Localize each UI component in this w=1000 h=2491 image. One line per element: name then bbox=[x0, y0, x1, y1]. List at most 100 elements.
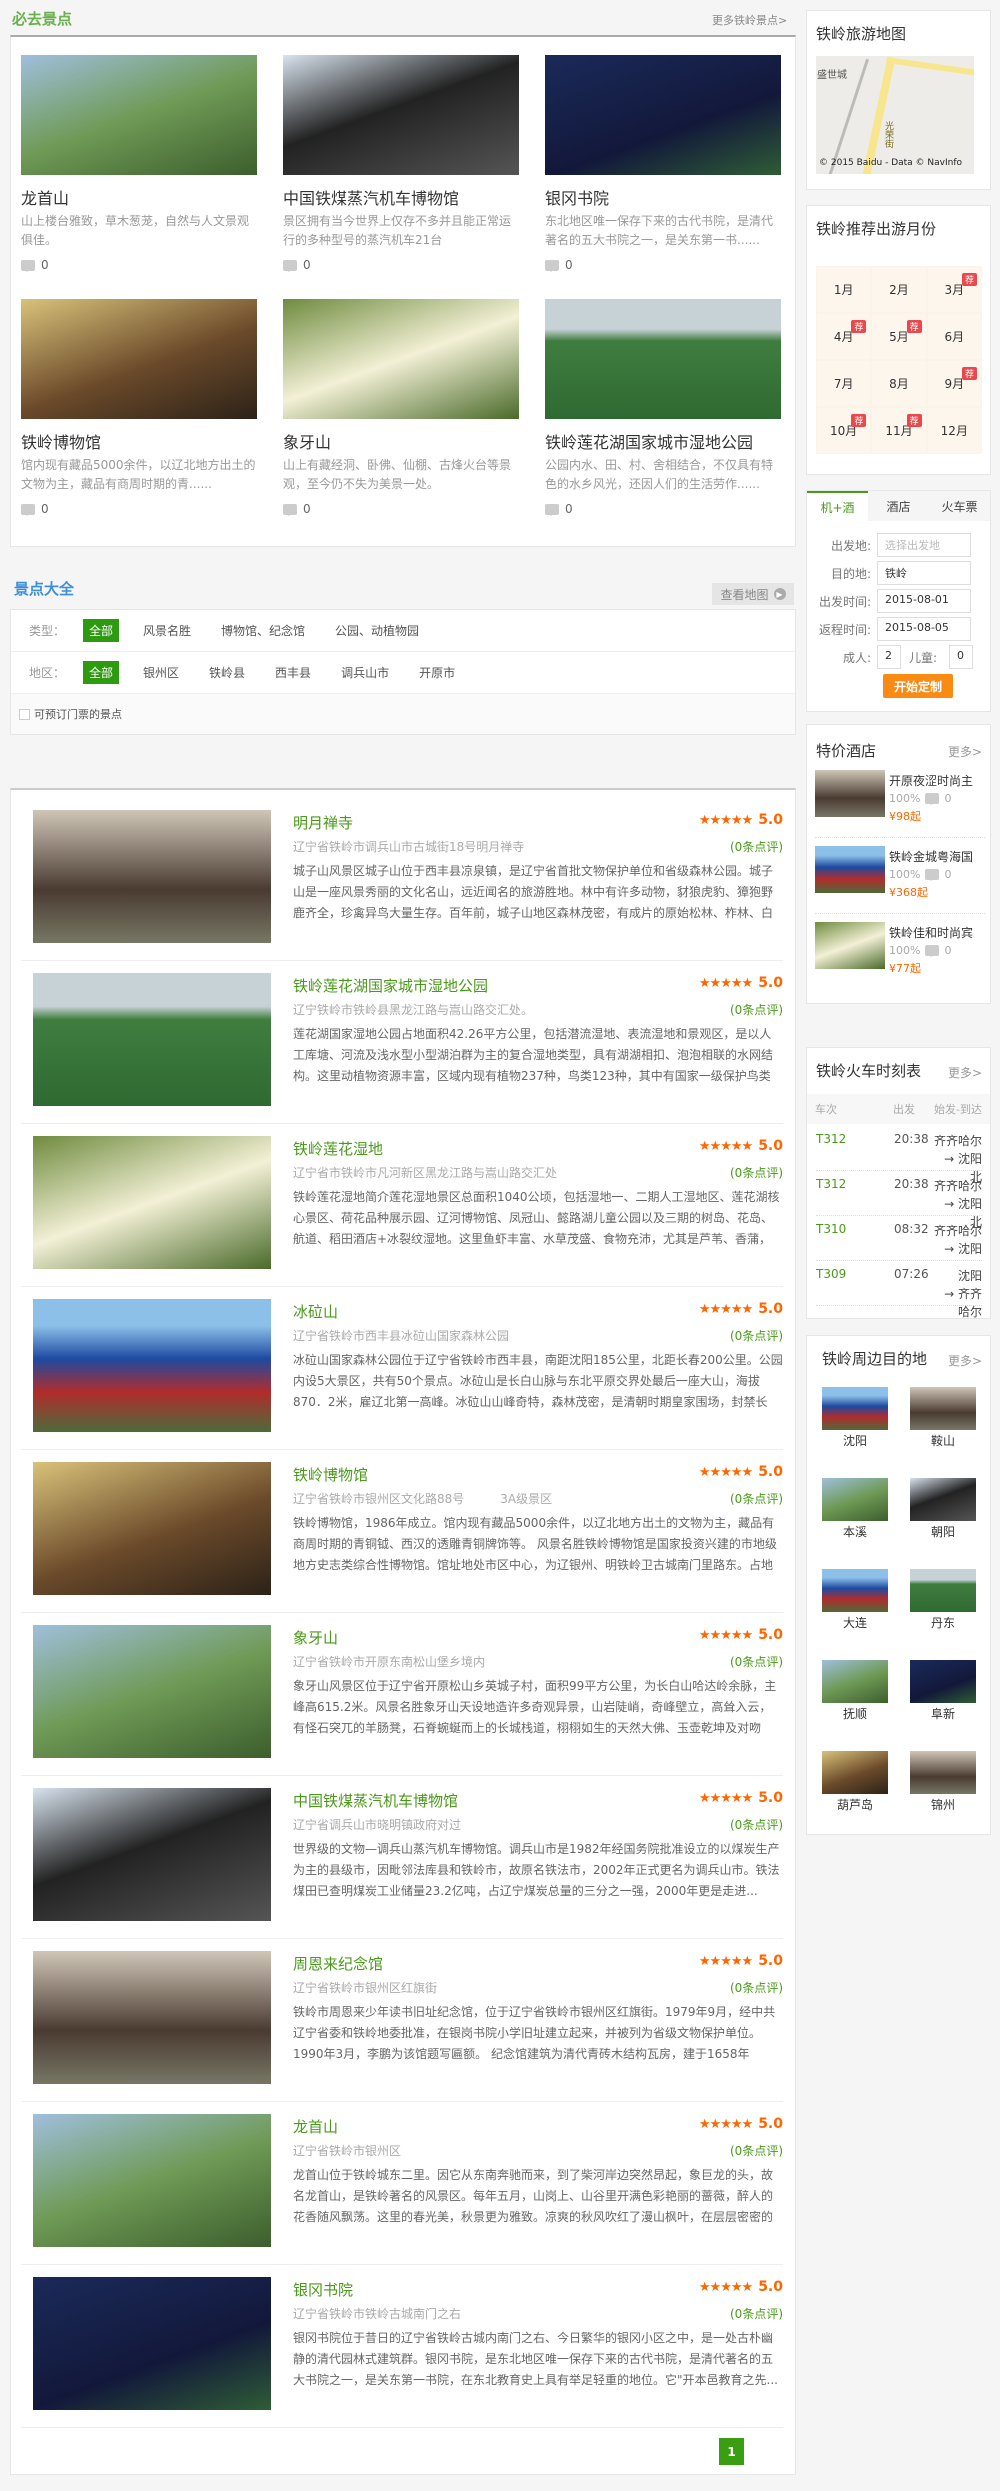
hotel-item[interactable]: 开原夜涩时尚主 100% 0 ¥98起 bbox=[815, 770, 985, 838]
spot-name-link[interactable]: 冰砬山 bbox=[293, 1301, 338, 1322]
train-number[interactable]: T309 bbox=[816, 1267, 894, 1305]
destination-image[interactable] bbox=[910, 1660, 976, 1703]
month-cell[interactable]: 11月荐 bbox=[871, 407, 927, 454]
spot-card-image[interactable] bbox=[283, 55, 519, 175]
type-filter-option[interactable]: 风景名胜 bbox=[137, 619, 197, 642]
hotel-item[interactable]: 铁岭佳和时尚宾 100% 0 ¥77起 bbox=[815, 922, 985, 990]
hotel-item[interactable]: 铁岭金城粤海国 100% 0 ¥368起 bbox=[815, 846, 985, 914]
nearby-destination[interactable]: 大连 bbox=[822, 1569, 888, 1631]
spot-image[interactable] bbox=[33, 1462, 271, 1595]
train-number[interactable]: T312 bbox=[816, 1132, 894, 1170]
type-filter-option[interactable]: 博物馆、纪念馆 bbox=[215, 619, 311, 642]
spot-image[interactable] bbox=[33, 1788, 271, 1921]
baidu-map[interactable]: 盛世城 光荣街 © 2015 Baidu - Data © NavInfo bbox=[816, 56, 974, 174]
train-row[interactable]: T310 08:32 齐齐哈尔 → 沈阳 bbox=[816, 1216, 982, 1261]
spot-image[interactable] bbox=[33, 1625, 271, 1758]
train-number[interactable]: T310 bbox=[816, 1222, 894, 1260]
train-row[interactable]: T309 07:26 沈阳 → 齐齐哈尔 bbox=[816, 1261, 982, 1319]
adult-input[interactable]: 2 bbox=[877, 645, 901, 669]
type-filter-option[interactable]: 全部 bbox=[83, 619, 120, 642]
spot-card[interactable]: 铁岭博物馆 馆内现有藏品5000余件，以辽北地方出土的文物为主，藏品有商周时期的… bbox=[21, 299, 257, 516]
hotel-name[interactable]: 铁岭佳和时尚宾 bbox=[889, 924, 973, 941]
nearby-destination[interactable]: 朝阳 bbox=[910, 1478, 976, 1540]
review-count-link[interactable]: (0条点评) bbox=[730, 1164, 783, 1181]
area-filter-option[interactable]: 全部 bbox=[83, 661, 120, 684]
spot-image[interactable] bbox=[33, 2277, 271, 2410]
destination-image[interactable] bbox=[822, 1660, 888, 1703]
nearby-destination[interactable]: 丹东 bbox=[910, 1569, 976, 1631]
destination-image[interactable] bbox=[822, 1569, 888, 1612]
nearby-destination[interactable]: 本溪 bbox=[822, 1478, 888, 1540]
nearby-destination[interactable]: 锦州 bbox=[910, 1751, 976, 1813]
area-filter-option[interactable]: 调兵山市 bbox=[335, 661, 395, 684]
destination-image[interactable] bbox=[822, 1751, 888, 1794]
destination-name[interactable]: 沈阳 bbox=[843, 1434, 867, 1448]
spot-image[interactable] bbox=[33, 2114, 271, 2247]
spot-name-link[interactable]: 明月禅寺 bbox=[293, 812, 353, 833]
spot-name-link[interactable]: 中国铁煤蒸汽机车博物馆 bbox=[293, 1790, 458, 1811]
review-count-link[interactable]: (0条点评) bbox=[730, 1490, 783, 1507]
review-count-link[interactable]: (0条点评) bbox=[730, 1979, 783, 1996]
spot-name-link[interactable]: 铁岭莲花湿地 bbox=[293, 1138, 383, 1159]
spot-card[interactable]: 龙首山 山上楼台雅致，草木葱茏，自然与人文景观俱佳。 0 bbox=[21, 55, 257, 272]
spot-image[interactable] bbox=[33, 1299, 271, 1432]
spot-name-link[interactable]: 银冈书院 bbox=[293, 2279, 353, 2300]
destination-image[interactable] bbox=[910, 1751, 976, 1794]
month-cell[interactable]: 7月 bbox=[816, 360, 872, 407]
spot-image[interactable] bbox=[33, 1136, 271, 1269]
page-1-button[interactable]: 1 bbox=[719, 2438, 744, 2465]
spot-card[interactable]: 银冈书院 东北地区唯一保存下来的古代书院，是清代著名的五大书院之一，是关东第一书… bbox=[545, 55, 781, 272]
destination-name[interactable]: 阜新 bbox=[931, 1707, 955, 1721]
destination-image[interactable] bbox=[910, 1569, 976, 1612]
month-cell[interactable]: 3月荐 bbox=[926, 266, 982, 313]
month-cell[interactable]: 12月 bbox=[926, 407, 982, 454]
spot-image[interactable] bbox=[33, 973, 271, 1106]
from-input[interactable]: 选择出发地 bbox=[877, 533, 971, 557]
review-count-link[interactable]: (0条点评) bbox=[730, 1327, 783, 1344]
destination-image[interactable] bbox=[822, 1387, 888, 1430]
month-cell[interactable]: 9月荐 bbox=[926, 360, 982, 407]
month-cell[interactable]: 4月荐 bbox=[816, 313, 872, 360]
hotels-more-link[interactable]: 更多> bbox=[948, 743, 982, 760]
start-custom-button[interactable]: 开始定制 bbox=[883, 674, 953, 698]
nearby-destination[interactable]: 抚顺 bbox=[822, 1660, 888, 1722]
destination-name[interactable]: 锦州 bbox=[931, 1798, 955, 1812]
spot-card[interactable]: 中国铁煤蒸汽机车博物馆 景区拥有当今世界上仅存不多并且能正常运行的多种型号的蒸汽… bbox=[283, 55, 519, 272]
more-spots-link[interactable]: 更多铁岭景点> bbox=[712, 12, 787, 28]
booking-tab[interactable]: 酒店 bbox=[868, 491, 929, 521]
nearby-destination[interactable]: 葫芦岛 bbox=[822, 1751, 888, 1813]
spot-card-image[interactable] bbox=[545, 55, 781, 175]
nearby-destination[interactable]: 阜新 bbox=[910, 1660, 976, 1722]
destination-name[interactable]: 鞍山 bbox=[931, 1434, 955, 1448]
month-cell[interactable]: 8月 bbox=[871, 360, 927, 407]
nearby-more-link[interactable]: 更多> bbox=[948, 1352, 982, 1369]
hotel-image[interactable] bbox=[815, 846, 885, 893]
month-cell[interactable]: 10月荐 bbox=[816, 407, 872, 454]
spot-card-image[interactable] bbox=[21, 299, 257, 419]
spot-image[interactable] bbox=[33, 1951, 271, 2084]
spot-card-title[interactable]: 象牙山 bbox=[283, 429, 519, 453]
destination-image[interactable] bbox=[910, 1478, 976, 1521]
bookable-checkbox[interactable] bbox=[19, 708, 30, 720]
review-count-link[interactable]: (0条点评) bbox=[730, 1001, 783, 1018]
hotel-name[interactable]: 铁岭金城粤海国 bbox=[889, 848, 973, 865]
spot-name-link[interactable]: 周恩来纪念馆 bbox=[293, 1953, 383, 1974]
destination-name[interactable]: 本溪 bbox=[843, 1525, 867, 1539]
view-map-button[interactable]: 查看地图 ▶ bbox=[712, 583, 794, 605]
return-date-input[interactable]: 2015-08-05 bbox=[877, 617, 971, 641]
area-filter-option[interactable]: 开原市 bbox=[413, 661, 461, 684]
spot-name-link[interactable]: 象牙山 bbox=[293, 1627, 338, 1648]
train-row[interactable]: T312 20:38 齐齐哈尔 → 沈阳北 bbox=[816, 1171, 982, 1229]
review-count-link[interactable]: (0条点评) bbox=[730, 1816, 783, 1833]
spot-image[interactable] bbox=[33, 810, 271, 943]
review-count-link[interactable]: (0条点评) bbox=[730, 2305, 783, 2322]
spot-name-link[interactable]: 龙首山 bbox=[293, 2116, 338, 2137]
train-number[interactable]: T312 bbox=[816, 1177, 894, 1215]
month-cell[interactable]: 6月 bbox=[926, 313, 982, 360]
destination-name[interactable]: 朝阳 bbox=[931, 1525, 955, 1539]
trains-more-link[interactable]: 更多> bbox=[948, 1064, 982, 1081]
spot-card-image[interactable] bbox=[283, 299, 519, 419]
spot-card-title[interactable]: 铁岭博物馆 bbox=[21, 429, 257, 453]
booking-tab[interactable]: 火车票 bbox=[929, 491, 990, 521]
hotel-image[interactable] bbox=[815, 770, 885, 817]
